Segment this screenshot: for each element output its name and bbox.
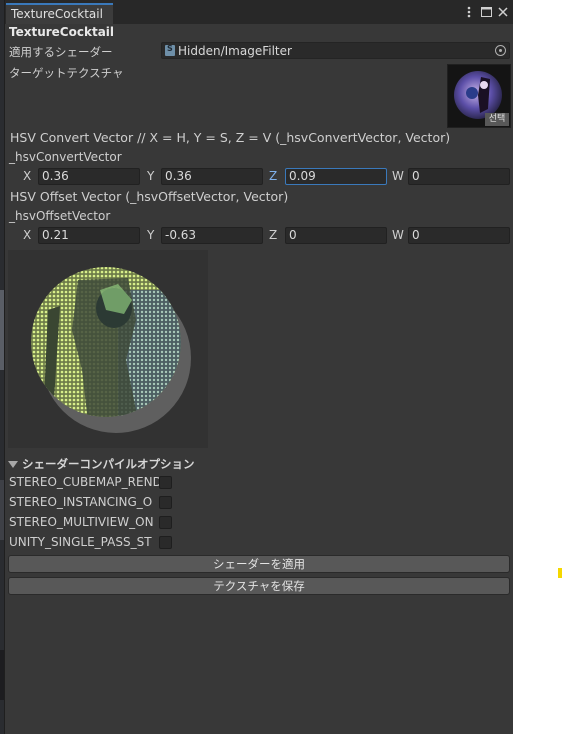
compile-options-title: シェーダーコンパイルオプション [22, 457, 195, 471]
axis-label-w: W [392, 169, 404, 183]
hsv-convert-heading: HSV Convert Vector // X = H, Y = S, Z = … [10, 130, 451, 145]
axis-label-z: Z [269, 228, 278, 242]
kebab-icon[interactable] [463, 4, 475, 20]
window-title: TextureCocktail [9, 25, 115, 39]
shader-field[interactable]: Hidden/ImageFilter [161, 42, 510, 59]
maximize-icon[interactable] [480, 4, 492, 20]
save-texture-button[interactable]: テクスチャを保存 [8, 577, 510, 595]
foldout-arrow-icon [8, 461, 18, 468]
hsv-convert-y-field[interactable]: 0.36 [161, 168, 263, 185]
hsv-offset-heading: HSV Offset Vector (_hsvOffsetVector, Vec… [10, 189, 289, 204]
compile-option-checkbox[interactable] [159, 516, 172, 529]
shader-label: 適用するシェーダー [9, 45, 113, 59]
tab-bar: TextureCocktail [5, 0, 513, 24]
hsv-offset-y-field[interactable]: -0.63 [161, 227, 263, 244]
hsv-offset-property: _hsvOffsetVector [9, 209, 111, 223]
texture-preview [8, 250, 208, 448]
tab-texturecocktail[interactable]: TextureCocktail [6, 3, 113, 24]
compile-option-label: STEREO_INSTANCING_O [9, 495, 153, 509]
preview-image [31, 267, 191, 433]
hsv-offset-x-field[interactable]: 0.21 [38, 227, 140, 244]
select-texture-button[interactable]: 선택 [485, 113, 509, 126]
compile-option-label: STEREO_MULTIVIEW_ON [9, 515, 154, 529]
axis-label-x: X [23, 169, 32, 183]
hsv-convert-w-field[interactable]: 0 [408, 168, 510, 185]
axis-label-y: Y [147, 169, 155, 183]
compile-option-checkbox[interactable] [159, 476, 172, 489]
compile-options-foldout[interactable]: シェーダーコンパイルオプション [8, 456, 195, 472]
shader-value: Hidden/ImageFilter [178, 43, 292, 58]
hsv-offset-z-field[interactable]: 0 [285, 227, 387, 244]
compile-option-checkbox[interactable] [159, 536, 172, 549]
compile-option-label: STEREO_CUBEMAP_REND [9, 475, 162, 489]
compile-option-label: UNITY_SINGLE_PASS_ST [9, 535, 152, 549]
target-texture-label: ターゲットテクスチャ [9, 66, 124, 80]
apply-shader-button[interactable]: シェーダーを適用 [8, 555, 510, 573]
editor-window: TextureCocktail TextureCocktail 適用するシェーダ… [4, 0, 513, 734]
hsv-convert-x-field[interactable]: 0.36 [38, 168, 140, 185]
hsv-offset-w-field[interactable]: 0 [408, 227, 510, 244]
shader-icon [165, 44, 175, 56]
axis-label-y: Y [147, 228, 155, 242]
object-picker-icon[interactable] [495, 45, 506, 56]
axis-label-w: W [392, 228, 404, 242]
hsv-convert-property: _hsvConvertVector [9, 150, 122, 164]
close-icon[interactable] [497, 4, 509, 20]
window-tools [463, 4, 509, 20]
target-texture-field[interactable]: 선택 [447, 64, 511, 128]
yellow-marker [558, 568, 562, 578]
compile-option-checkbox[interactable] [159, 496, 172, 509]
axis-label-x: X [23, 228, 32, 242]
axis-label-z: Z [269, 169, 278, 183]
hsv-convert-z-field[interactable]: 0.09 [285, 168, 387, 185]
